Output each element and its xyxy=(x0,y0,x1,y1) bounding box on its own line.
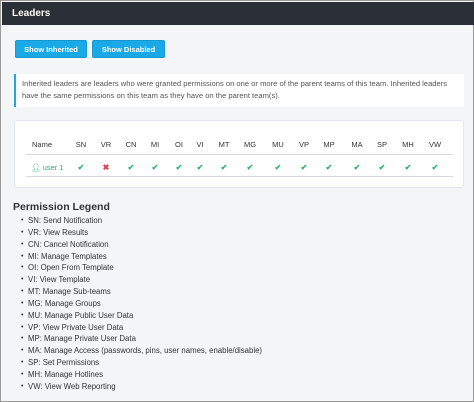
check-icon: ✔ xyxy=(300,163,308,172)
column-header-mu: MU xyxy=(272,140,284,149)
legend-item: CN: Cancel Notification xyxy=(21,239,262,251)
cross-icon: ✖ xyxy=(102,163,110,172)
column-header-mh: MH xyxy=(402,140,414,149)
column-header-sp: SP xyxy=(376,140,387,149)
check-icon: ✔ xyxy=(127,163,135,172)
legend-item: MT: Manage Sub-teams xyxy=(21,286,262,298)
legend-item: SN: Send Notification xyxy=(21,215,262,227)
legend-item: MP: Manage Private User Data xyxy=(21,333,262,345)
show-inherited-button[interactable]: Show Inherited xyxy=(15,40,87,58)
column-header-vr: VR xyxy=(100,140,112,149)
check-icon: ✔ xyxy=(175,163,183,172)
check-icon: ✔ xyxy=(325,163,333,172)
user-icon: 👤︎ xyxy=(31,163,41,172)
info-callout: Inherited leaders are leaders who were g… xyxy=(14,74,464,107)
legend-list: SN: Send NotificationVR: View ResultsCN:… xyxy=(21,215,262,393)
user-name: user 1 xyxy=(42,163,64,172)
permissions-table: Name SN VR CN MI OI VI MT MG MU VP MP MA SP MH VW 👤︎ u… xyxy=(14,120,464,188)
check-icon: ✔ xyxy=(404,163,412,172)
column-header-mt: MT xyxy=(218,140,230,149)
column-header-mg: MG xyxy=(243,140,257,149)
check-icon: ✔ xyxy=(378,163,386,172)
check-icon: ✔ xyxy=(274,163,282,172)
check-icon: ✔ xyxy=(431,163,439,172)
legend-item: MA: Manage Access (passwords, pins, user… xyxy=(21,345,262,357)
legend-item: VP: View Private User Data xyxy=(21,322,262,334)
column-header-vw: VW xyxy=(428,140,442,149)
column-header-vi: VI xyxy=(196,140,204,149)
legend-item: VR: View Results xyxy=(21,227,262,239)
show-disabled-button[interactable]: Show Disabled xyxy=(92,40,165,58)
legend-item: MG: Manage Groups xyxy=(21,298,262,310)
column-header-ma: MA xyxy=(351,140,363,149)
leaders-panel: Leaders Show Inherited Show Disabled Inh… xyxy=(0,0,474,402)
column-header-sn: SN xyxy=(75,140,87,149)
legend-title: Permission Legend xyxy=(13,201,110,213)
name-column-header: Name xyxy=(32,140,53,149)
check-icon: ✔ xyxy=(246,163,254,172)
legend-item: MH: Manage Hotlines xyxy=(21,369,262,381)
column-header-oi: OI xyxy=(175,140,183,149)
header-divider xyxy=(26,154,453,155)
legend-item: MU: Manage Public User Data xyxy=(21,310,262,322)
column-header-cn: CN xyxy=(125,140,137,149)
legend-item: MI: Manage Templates xyxy=(21,251,262,263)
column-header-mp: MP xyxy=(323,140,335,149)
check-icon: ✔ xyxy=(353,163,361,172)
legend-item: OI: Open From Template xyxy=(21,262,262,274)
column-header-mi: MI xyxy=(150,140,160,149)
check-icon: ✔ xyxy=(151,163,159,172)
row-divider xyxy=(26,176,453,177)
check-icon: ✔ xyxy=(77,163,85,172)
legend-item: VI: View Template xyxy=(21,274,262,286)
column-header-vp: VP xyxy=(298,140,309,149)
table-row-user-name[interactable]: 👤︎ user 1 xyxy=(31,163,63,172)
check-icon: ✔ xyxy=(196,163,204,172)
panel-title: Leaders xyxy=(2,2,474,25)
check-icon: ✔ xyxy=(220,163,228,172)
legend-item: SP: Set Permissions xyxy=(21,357,262,369)
legend-item: VW: View Web Reporting xyxy=(21,381,262,393)
